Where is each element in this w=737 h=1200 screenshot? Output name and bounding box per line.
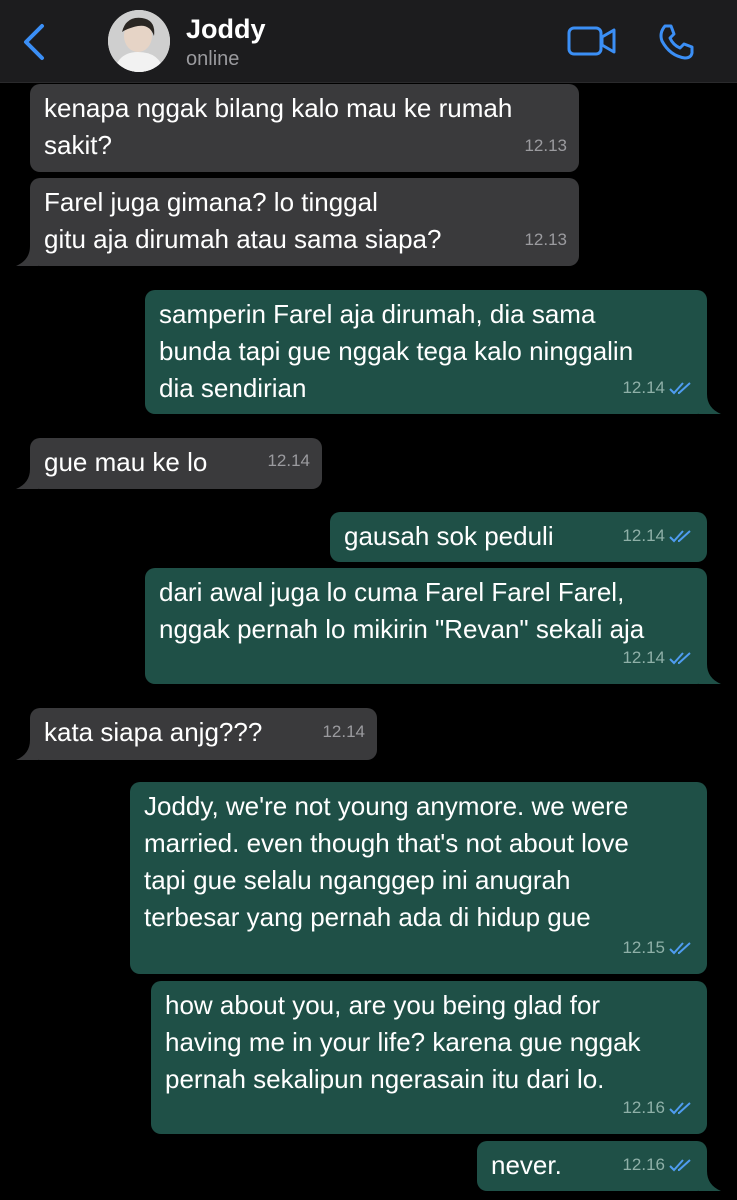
bubble-tail [16, 469, 38, 489]
read-receipt-icon [669, 381, 691, 394]
read-receipt-icon [669, 529, 691, 542]
bubble-tail [16, 740, 38, 760]
message-meta: 12.14 [622, 639, 695, 676]
message-time: 12.14 [322, 722, 365, 741]
message-time: 12.13 [524, 230, 567, 249]
bubble-tail [699, 664, 721, 684]
message-text: kata siapa anjg??? [44, 717, 263, 747]
message-time: 12.14 [622, 648, 665, 667]
bubble-tail [699, 1171, 721, 1191]
message-time: 12.14 [622, 378, 665, 397]
message-time: 12.13 [524, 136, 567, 155]
message-time: 12.14 [622, 526, 665, 545]
message-text: Farel juga gimana? lo tinggal gitu aja d… [44, 187, 442, 254]
avatar[interactable] [108, 10, 170, 72]
message-meta: 12.14 [622, 517, 695, 554]
contact-status: online [186, 48, 240, 70]
video-camera-icon[interactable] [567, 24, 617, 58]
message-bubble-incoming[interactable]: kata siapa anjg??? 12.14 [16, 708, 377, 760]
message-meta: 12.13 [524, 127, 567, 164]
read-receipt-icon [669, 1158, 691, 1171]
chat-header: Joddy online [0, 0, 737, 83]
message-meta: 12.15 [622, 929, 695, 966]
message-meta: 12.16 [622, 1089, 695, 1126]
message-text: dari awal juga lo cuma Farel Farel Farel… [159, 577, 645, 644]
contact-name[interactable]: Joddy [186, 14, 266, 45]
read-receipt-icon [669, 651, 691, 664]
message-time: 12.14 [267, 451, 310, 470]
message-text: how about you, are you being glad for ha… [165, 990, 641, 1094]
bubble-tail [699, 394, 721, 414]
message-time: 12.16 [622, 1155, 665, 1174]
message-bubble-incoming[interactable]: gue mau ke lo 12.14 [16, 438, 322, 489]
message-meta: 12.16 [622, 1146, 695, 1183]
read-receipt-icon [669, 941, 691, 954]
message-text: Joddy, we're not young anymore. we were … [144, 791, 629, 932]
chevron-left-icon[interactable] [20, 22, 48, 62]
message-bubble-incoming[interactable]: Farel juga gimana? lo tinggal gitu aja d… [16, 178, 579, 266]
message-meta: 12.14 [322, 713, 365, 750]
message-meta: 12.14 [622, 369, 695, 406]
message-text: kenapa nggak bilang kalo mau ke rumah sa… [44, 93, 513, 160]
read-receipt-icon [669, 1101, 691, 1114]
message-bubble-outgoing[interactable]: gausah sok peduli 12.14 [330, 512, 707, 562]
message-bubble-outgoing[interactable]: samperin Farel aja dirumah, dia sama bun… [145, 290, 721, 414]
message-bubble-outgoing[interactable]: dari awal juga lo cuma Farel Farel Farel… [145, 568, 721, 684]
message-text: samperin Farel aja dirumah, dia sama bun… [159, 299, 634, 403]
message-time: 12.15 [622, 938, 665, 957]
message-time: 12.16 [622, 1098, 665, 1117]
message-bubble-incoming[interactable]: kenapa nggak bilang kalo mau ke rumah sa… [30, 84, 579, 172]
phone-icon[interactable] [656, 22, 696, 62]
bubble-tail [16, 246, 38, 266]
message-bubble-outgoing[interactable]: how about you, are you being glad for ha… [151, 981, 707, 1134]
message-meta: 12.14 [267, 442, 310, 479]
message-bubble-outgoing[interactable]: never. 12.16 [477, 1141, 721, 1191]
message-bubble-outgoing[interactable]: Joddy, we're not young anymore. we were … [130, 782, 707, 974]
message-meta: 12.13 [524, 221, 567, 258]
